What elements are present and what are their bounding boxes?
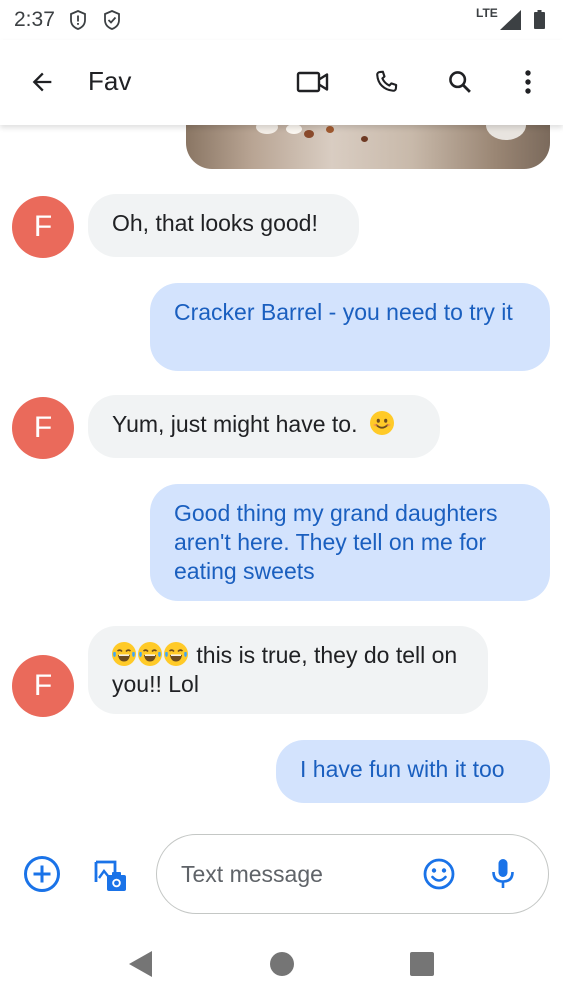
tears-of-joy-emoji-icon bbox=[112, 642, 136, 666]
incoming-message-bubble[interactable]: Yum, just might have to. bbox=[88, 395, 440, 458]
back-arrow-icon[interactable] bbox=[20, 60, 64, 104]
check-shield-icon bbox=[101, 9, 123, 31]
message-text: Good thing my grand daughters aren't her… bbox=[174, 500, 498, 584]
add-circle-icon[interactable] bbox=[20, 852, 64, 896]
message-text: I have fun with it too bbox=[300, 756, 505, 782]
message-text: Cracker Barrel - you need to try it bbox=[174, 299, 513, 325]
nav-home-icon[interactable] bbox=[262, 944, 302, 984]
alert-shield-icon bbox=[67, 9, 89, 31]
signal-icon bbox=[500, 10, 522, 30]
search-icon[interactable] bbox=[438, 60, 482, 104]
network-type-label: LTE bbox=[476, 6, 498, 20]
app-bar: Fav bbox=[0, 40, 563, 125]
tears-of-joy-emoji-icon bbox=[138, 642, 162, 666]
message-compose-field[interactable]: Text message bbox=[156, 834, 549, 914]
smiling-face-emoji-icon bbox=[369, 411, 394, 435]
video-call-icon[interactable] bbox=[291, 60, 335, 104]
tears-of-joy-emoji-icon bbox=[164, 642, 188, 666]
message-text: Yum, just might have to. bbox=[112, 411, 358, 437]
contact-avatar[interactable]: F bbox=[12, 397, 74, 459]
outgoing-message-bubble[interactable]: Cracker Barrel - you need to try it bbox=[150, 283, 550, 371]
compose-placeholder: Text message bbox=[181, 861, 323, 887]
nav-recents-icon[interactable] bbox=[402, 944, 442, 984]
incoming-message-bubble[interactable]: this is true, they do tell on you!! Lol bbox=[88, 626, 488, 714]
incoming-message-bubble[interactable]: Oh, that looks good! bbox=[88, 194, 359, 257]
status-time: 2:37 bbox=[14, 8, 55, 31]
more-vert-icon[interactable] bbox=[506, 60, 550, 104]
outgoing-message-bubble[interactable]: Good thing my grand daughters aren't her… bbox=[150, 484, 550, 601]
phone-icon[interactable] bbox=[364, 60, 408, 104]
contact-avatar[interactable]: F bbox=[12, 196, 74, 258]
nav-back-icon[interactable] bbox=[120, 944, 160, 984]
gallery-icon[interactable] bbox=[88, 852, 132, 896]
message-text: Oh, that looks good! bbox=[112, 210, 318, 236]
microphone-icon[interactable] bbox=[481, 852, 525, 896]
emoji-icon[interactable] bbox=[417, 852, 461, 896]
contact-avatar[interactable]: F bbox=[12, 655, 74, 717]
battery-icon bbox=[534, 10, 545, 29]
status-bar: 2:37 LTE bbox=[0, 0, 563, 40]
conversation-title: Fav bbox=[88, 66, 132, 96]
outgoing-message-bubble[interactable]: I have fun with it too bbox=[276, 740, 550, 803]
